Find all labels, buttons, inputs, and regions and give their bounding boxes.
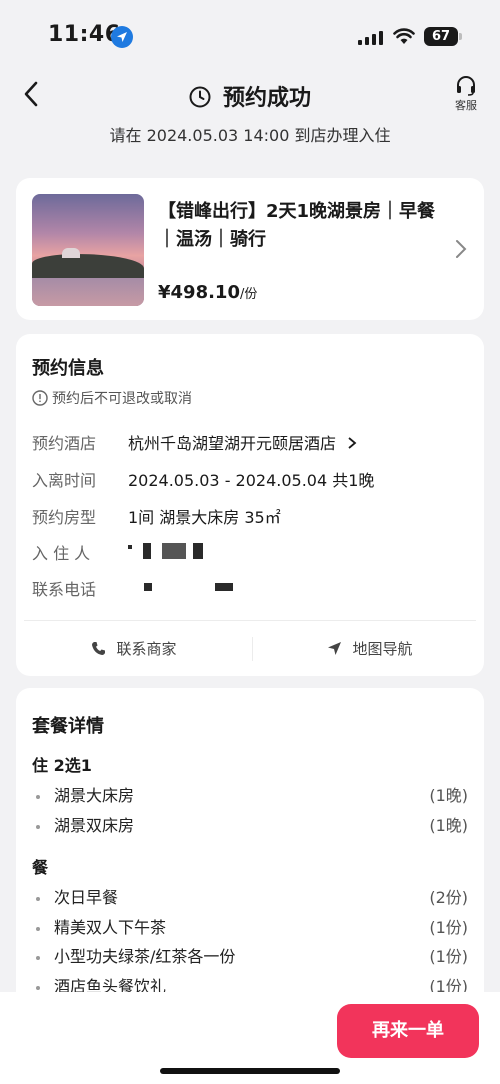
bullet: [36, 824, 40, 829]
contact-merchant-button[interactable]: 联系商家: [24, 621, 244, 677]
redaction-mark: [143, 542, 152, 559]
item-qty: (1份): [429, 947, 468, 966]
clock-icon: [189, 86, 211, 108]
list-item: 湖景大床房 (1晚): [32, 782, 468, 806]
bullet: [36, 955, 40, 960]
chevron-right-icon: [456, 240, 467, 258]
bottom-bar: 再来一单: [0, 992, 500, 1084]
item-name: 湖景大床房: [54, 786, 135, 805]
phone-label: 联系电话: [32, 580, 97, 599]
checkin-reminder: 请在 2024.05.03 14:00 到店办理入住: [109, 126, 391, 145]
hotel-label: 预约酒店: [32, 434, 97, 453]
redaction-mark: [193, 542, 204, 559]
nav-bar: 预约成功 客服: [0, 62, 500, 126]
contact-merchant-label: 联系商家: [116, 640, 177, 658]
phone-icon: [92, 642, 106, 655]
location-arrow-icon: [111, 26, 133, 48]
action-divider: [252, 637, 253, 661]
customer-service-button[interactable]: 客服: [452, 76, 480, 113]
booking-info-title: 预约信息: [32, 358, 104, 379]
thumb-building: [62, 248, 80, 258]
list-item: 次日早餐 (2份): [32, 884, 468, 908]
cancel-notice-text: 预约后不可退改或取消: [52, 391, 192, 407]
wifi-icon: [393, 28, 415, 44]
customer-service-label: 客服: [455, 99, 477, 112]
room-type-label: 预约房型: [32, 508, 97, 527]
item-qty: (1份): [429, 918, 468, 937]
redaction-mark: [144, 582, 152, 591]
home-indicator: [160, 1068, 340, 1074]
redaction-mark: [215, 582, 234, 591]
item-name: 小型功夫绿茶/红茶各一份: [54, 947, 236, 966]
bullet: [36, 926, 40, 931]
item-qty: (1晚): [429, 786, 468, 805]
info-icon: [32, 390, 48, 406]
price-unit: /份: [239, 287, 258, 302]
item-name: 次日早餐: [54, 888, 119, 907]
hotel-value[interactable]: 杭州千岛湖望湖开元颐居酒店: [128, 430, 357, 454]
list-item: 小型功夫绿茶/红茶各一份 (1份): [32, 943, 468, 967]
product-card[interactable]: 【错峰出行】2天1晚湖景房｜早餐｜温汤｜骑行 ¥498.10/份: [16, 178, 484, 320]
page-title: 预约成功: [0, 80, 500, 112]
list-item: 湖景双床房 (1晚): [32, 812, 468, 836]
price-value: ¥498.10: [158, 282, 240, 303]
package-group-stay: 住 2选1: [32, 756, 92, 775]
package-group-meals: 餐: [32, 858, 49, 877]
item-qty: (2份): [429, 888, 468, 907]
status-time: 11:46: [48, 22, 121, 47]
battery-icon: 67: [424, 27, 458, 46]
room-type-value: 1间 湖景大床房 35㎡: [128, 508, 281, 527]
redaction-mark: [162, 542, 187, 559]
battery-cap: [459, 33, 462, 40]
map-navigation-button[interactable]: 地图导航: [260, 621, 480, 677]
bullet: [36, 985, 40, 990]
bullet: [36, 794, 40, 799]
redaction-mark: [128, 545, 132, 549]
product-thumbnail: [32, 194, 144, 306]
package-title: 套餐详情: [32, 716, 104, 737]
item-name: 精美双人下午茶: [54, 918, 167, 937]
map-navigation-label: 地图导航: [352, 640, 413, 658]
stay-dates-label: 入离时间: [32, 471, 97, 490]
product-price: ¥498.10/份: [158, 282, 257, 303]
status-bar: 11:46 67: [0, 0, 500, 62]
chevron-right-icon: [348, 437, 357, 449]
bullet: [36, 896, 40, 901]
package-details-card: 套餐详情 住 2选1 湖景大床房 (1晚) 湖景双床房 (1晚) 餐 次日早餐 …: [16, 688, 484, 1008]
phone-value-redacted: [144, 576, 234, 595]
stay-dates-value: 2024.05.03 - 2024.05.04 共1晚: [128, 471, 375, 490]
headset-icon: [457, 76, 475, 96]
cellular-signal-icon: [358, 31, 383, 45]
thumb-island: [32, 254, 144, 278]
navigation-arrow-icon: [328, 642, 342, 655]
item-name: 湖景双床房: [54, 816, 135, 835]
booking-actions: 联系商家 地图导航: [24, 620, 476, 676]
list-item: 精美双人下午茶 (1份): [32, 914, 468, 938]
product-title: 【错峰出行】2天1晚湖景房｜早餐｜温汤｜骑行: [158, 201, 436, 250]
order-again-button[interactable]: 再来一单: [337, 1004, 479, 1058]
guest-value-redacted: [128, 540, 204, 559]
hotel-name: 杭州千岛湖望湖开元颐居酒店: [128, 434, 337, 453]
page-title-text: 预约成功: [222, 86, 311, 111]
booking-info-card: 预约信息 预约后不可退改或取消 预约酒店 杭州千岛湖望湖开元颐居酒店 入离时间 …: [16, 334, 484, 676]
guest-label: 入 住 人: [32, 544, 91, 563]
cancel-notice: 预约后不可退改或取消: [32, 388, 192, 408]
item-qty: (1晚): [429, 816, 468, 835]
